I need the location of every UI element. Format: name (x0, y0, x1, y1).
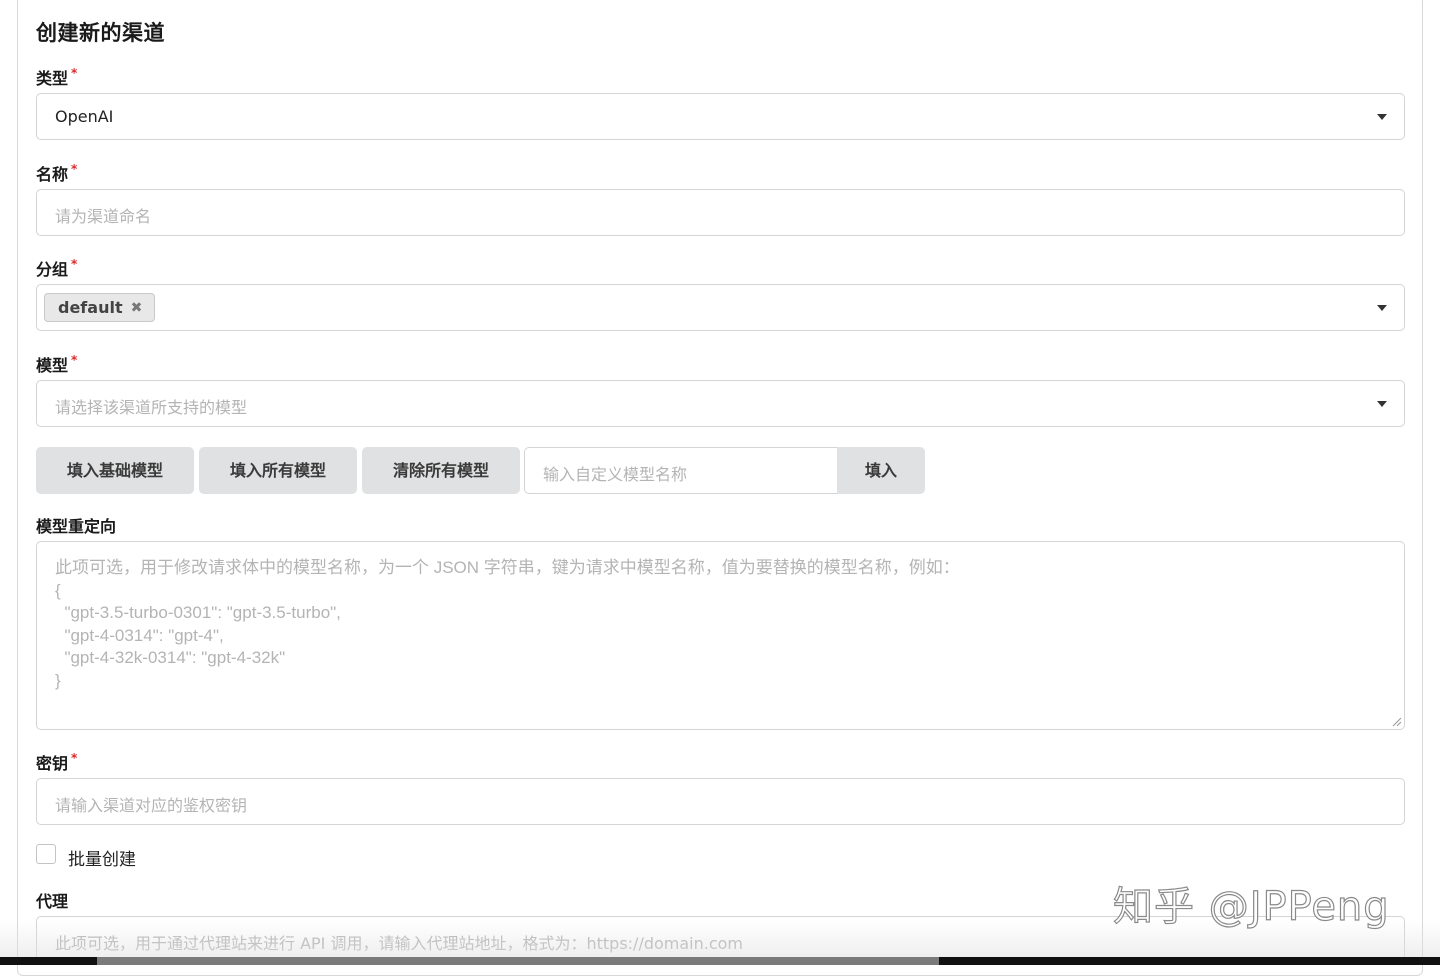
proxy-label: 代理 (36, 888, 68, 912)
name-input[interactable]: 请为渠道命名 (36, 189, 1405, 236)
models-label: 模型 * (36, 352, 77, 376)
group-label-text: 分组 (36, 260, 69, 279)
required-mark: * (71, 66, 78, 80)
scrollbar-thumb[interactable] (97, 957, 939, 965)
models-placeholder: 请选择该渠道所支持的模型 (55, 398, 248, 417)
group-dropdown[interactable]: default ✖ (36, 284, 1405, 331)
watermark: 知乎 @JPPeng (1112, 883, 1390, 930)
proxy-label-text: 代理 (36, 892, 69, 911)
group-chip: default ✖ (44, 293, 156, 322)
type-label-text: 类型 (36, 69, 69, 88)
chevron-down-icon (1377, 305, 1387, 311)
group-label: 分组 * (36, 256, 77, 280)
page-title: 创建新的渠道 (36, 21, 165, 45)
chevron-down-icon (1377, 114, 1387, 120)
key-placeholder: 请输入渠道对应的鉴权密钥 (55, 796, 248, 815)
key-label: 密钥 * (36, 750, 77, 774)
fill-custom-model-button[interactable]: 填入 (837, 447, 925, 494)
model-mapping-textarea[interactable]: 此项可选，用于修改请求体中的模型名称，为一个 JSON 字符串，键为请求中模型名… (36, 541, 1405, 730)
chevron-down-icon (1377, 401, 1387, 407)
resize-handle-icon[interactable] (1392, 717, 1402, 727)
close-icon[interactable]: ✖ (131, 300, 143, 316)
fill-all-models-button[interactable]: 填入所有模型 (199, 447, 357, 494)
custom-model-input[interactable]: 输入自定义模型名称 (524, 447, 838, 494)
name-label-text: 名称 (36, 165, 69, 184)
type-selected-value: OpenAI (55, 107, 114, 126)
batch-create-label[interactable]: 批量创建 (68, 845, 136, 870)
type-label: 类型 * (36, 65, 77, 89)
proxy-placeholder: 此项可选，用于通过代理站来进行 API 调用，请输入代理站地址，格式为：http… (55, 934, 744, 953)
required-mark: * (71, 751, 78, 765)
model-mapping-label-text: 模型重定向 (36, 517, 117, 536)
key-input[interactable]: 请输入渠道对应的鉴权密钥 (36, 778, 1405, 825)
group-chip-label: default (58, 298, 123, 317)
required-mark: * (71, 162, 78, 176)
model-mapping-label: 模型重定向 (36, 513, 116, 537)
model-mapping-placeholder: 此项可选，用于修改请求体中的模型名称，为一个 JSON 字符串，键为请求中模型名… (55, 558, 960, 690)
required-mark: * (71, 353, 78, 367)
name-placeholder: 请为渠道命名 (55, 207, 152, 226)
batch-create-checkbox[interactable] (36, 844, 56, 864)
type-dropdown[interactable]: OpenAI (36, 93, 1405, 140)
key-label-text: 密钥 (36, 754, 69, 773)
required-mark: * (71, 257, 78, 271)
fill-basic-models-button[interactable]: 填入基础模型 (36, 447, 194, 494)
custom-model-placeholder: 输入自定义模型名称 (543, 465, 688, 484)
name-label: 名称 * (36, 161, 77, 185)
clear-all-models-button[interactable]: 清除所有模型 (362, 447, 520, 494)
models-label-text: 模型 (36, 356, 69, 375)
models-dropdown[interactable]: 请选择该渠道所支持的模型 (36, 380, 1405, 427)
